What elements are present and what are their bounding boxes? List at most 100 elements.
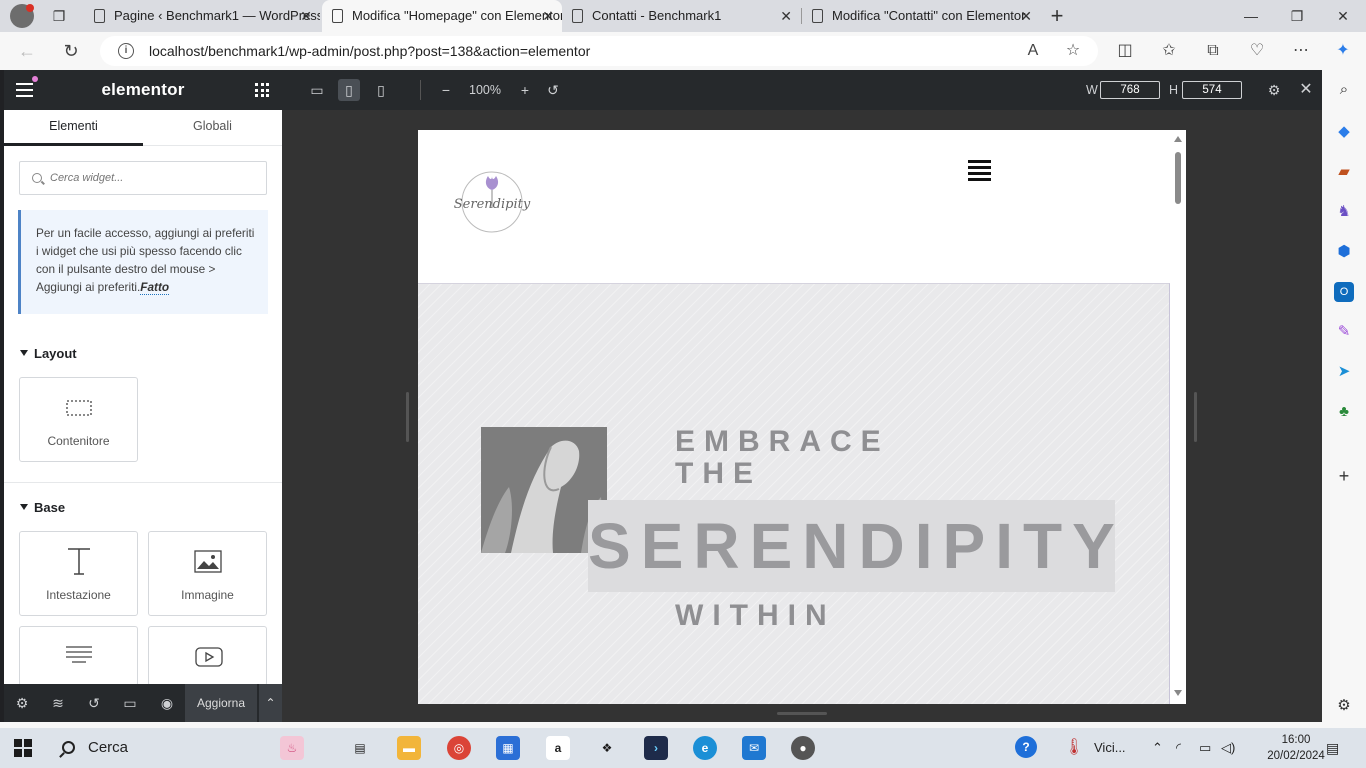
close-tab-icon[interactable]: ✕ bbox=[780, 0, 792, 32]
desktop-device-icon[interactable]: ▭ bbox=[306, 79, 328, 101]
widget-search-input[interactable] bbox=[50, 162, 260, 194]
outlook-icon[interactable]: O bbox=[1334, 282, 1354, 302]
birthday-cake-icon[interactable]: ♨ bbox=[280, 736, 304, 760]
site-logo[interactable]: Serendipity bbox=[444, 162, 544, 250]
preview-scrollbar[interactable] bbox=[1170, 130, 1186, 704]
chrome-icon[interactable]: ◎ bbox=[447, 736, 471, 760]
search-icon[interactable]: ⌕ bbox=[1334, 80, 1354, 100]
sidebar-settings-gear-icon[interactable]: ⚙ bbox=[1334, 696, 1354, 716]
settings-gear-icon[interactable]: ⚙ bbox=[1263, 79, 1285, 101]
windows-start-icon[interactable] bbox=[14, 739, 32, 757]
settings-gear-icon[interactable]: ⚙ bbox=[13, 694, 31, 712]
edge-browser-icon[interactable]: e bbox=[693, 736, 717, 760]
close-tab-icon[interactable]: ✕ bbox=[1020, 0, 1032, 32]
widget-contenitore[interactable]: Contenitore bbox=[19, 377, 138, 462]
close-tab-icon[interactable]: ✕ bbox=[542, 0, 554, 32]
new-tab-button[interactable]: + bbox=[1046, 0, 1068, 32]
browser-tab-modifica-contatti[interactable]: Modifica "Contatti" con Elementor ✕ bbox=[802, 0, 1040, 32]
width-input[interactable] bbox=[1100, 81, 1160, 99]
tab-actions-icon[interactable]: ❐ bbox=[48, 6, 70, 26]
update-button[interactable]: Aggiorna bbox=[185, 684, 257, 722]
scroll-up-arrow-icon[interactable] bbox=[1174, 136, 1182, 142]
preview-eye-icon[interactable]: ◉ bbox=[158, 694, 176, 712]
designer-icon[interactable]: ✎ bbox=[1334, 322, 1354, 342]
battery-icon[interactable]: ▭ bbox=[1199, 736, 1211, 760]
height-input[interactable] bbox=[1182, 81, 1242, 99]
show-hidden-icons-chevron[interactable]: ⌃ bbox=[1152, 736, 1163, 760]
reload-button[interactable]: ↻ bbox=[58, 38, 84, 64]
widget-intestazione[interactable]: Intestazione bbox=[19, 531, 138, 616]
resize-handle-left[interactable] bbox=[406, 392, 409, 442]
widget-video[interactable] bbox=[148, 626, 267, 686]
close-tab-icon[interactable]: ✕ bbox=[300, 0, 312, 32]
help-icon[interactable]: ? bbox=[1015, 736, 1037, 758]
section-base[interactable]: Base bbox=[20, 500, 65, 515]
weather-label[interactable]: Vici... bbox=[1094, 736, 1126, 760]
notification-center-icon[interactable]: ▤ bbox=[1326, 736, 1339, 760]
microsoft-365-icon[interactable]: ⬢ bbox=[1334, 242, 1354, 262]
widget-immagine[interactable]: Immagine bbox=[148, 531, 267, 616]
tree-icon[interactable]: ♣ bbox=[1334, 402, 1354, 422]
tablet-device-icon[interactable]: ▯ bbox=[338, 79, 360, 101]
browser-essentials-icon[interactable]: ♡ bbox=[1246, 40, 1268, 62]
close-window-button[interactable]: ✕ bbox=[1320, 0, 1366, 32]
read-aloud-icon[interactable]: A bbox=[1022, 40, 1044, 62]
close-responsive-icon[interactable]: ✕ bbox=[1295, 79, 1317, 101]
widgets-grid-icon[interactable] bbox=[255, 83, 269, 97]
url-text[interactable]: localhost/benchmark1/wp-admin/post.php?p… bbox=[149, 36, 590, 66]
mail-icon[interactable]: ✉ bbox=[742, 736, 766, 760]
add-app-icon[interactable]: + bbox=[1334, 466, 1354, 486]
zoom-out-icon[interactable]: − bbox=[435, 79, 457, 101]
favorites-icon[interactable]: ✩ bbox=[1158, 40, 1180, 62]
tab-elementi[interactable]: Elementi bbox=[4, 110, 143, 146]
url-field[interactable]: i localhost/benchmark1/wp-admin/post.php… bbox=[100, 36, 1098, 66]
more-options-icon[interactable]: ⋯ bbox=[1290, 40, 1312, 62]
browser-tab-pagine[interactable]: Pagine ‹ Benchmark1 — WordPress ✕ bbox=[84, 0, 320, 32]
section-layout[interactable]: Layout bbox=[20, 346, 77, 361]
hamburger-menu-icon[interactable] bbox=[968, 160, 992, 182]
hero-heading-line-1: EMBRACE bbox=[675, 425, 890, 458]
history-icon[interactable]: ↺ bbox=[85, 694, 103, 712]
scroll-thumb[interactable] bbox=[1175, 152, 1181, 204]
send-icon[interactable]: ➤ bbox=[1334, 362, 1354, 382]
hero-heading-highlight: SERENDIPITY bbox=[588, 500, 1115, 592]
resize-handle-right[interactable] bbox=[1194, 392, 1197, 442]
navigator-layers-icon[interactable]: ≋ bbox=[49, 694, 67, 712]
collections-icon[interactable]: ⧉ bbox=[1202, 40, 1224, 62]
profile-notification-dot bbox=[26, 4, 34, 12]
reset-zoom-icon[interactable]: ↺ bbox=[542, 79, 564, 101]
save-options-chevron-up-icon[interactable]: ⌃ bbox=[258, 684, 282, 722]
task-view-icon[interactable]: ▤ bbox=[348, 736, 372, 760]
powershell-icon[interactable]: › bbox=[644, 736, 668, 760]
shopping-tag-icon[interactable]: ◆ bbox=[1334, 122, 1354, 142]
copilot-icon[interactable]: ✦ bbox=[1332, 40, 1354, 62]
back-button[interactable]: ← bbox=[14, 38, 40, 64]
resize-handle-bottom[interactable] bbox=[777, 712, 827, 715]
favorite-star-icon[interactable]: ☆ bbox=[1062, 40, 1084, 62]
restore-window-button[interactable]: ❐ bbox=[1274, 0, 1320, 32]
microsoft-store-icon[interactable]: ▦ bbox=[496, 736, 520, 760]
tab-globali[interactable]: Globali bbox=[143, 110, 282, 146]
system-clock[interactable]: 16:00 20/02/2024 bbox=[1263, 732, 1329, 764]
browser-tab-contatti[interactable]: Contatti - Benchmark1 ✕ bbox=[562, 0, 800, 32]
mobile-device-icon[interactable]: ▯ bbox=[370, 79, 392, 101]
split-screen-icon[interactable]: ◫ bbox=[1114, 40, 1136, 62]
minimize-window-button[interactable]: — bbox=[1228, 0, 1274, 32]
browser-tab-homepage[interactable]: Modifica "Homepage" con Elementor ✕ bbox=[322, 0, 562, 32]
amazon-icon[interactable]: a bbox=[546, 736, 570, 760]
zoom-in-icon[interactable]: + bbox=[514, 79, 536, 101]
file-explorer-icon[interactable]: ▬ bbox=[397, 736, 421, 760]
volume-icon[interactable]: ◁) bbox=[1221, 736, 1235, 760]
tip-done-link[interactable]: Fatto bbox=[140, 280, 170, 295]
site-info-icon[interactable]: i bbox=[118, 43, 134, 59]
games-icon[interactable]: ♞ bbox=[1334, 202, 1354, 222]
network-icon[interactable]: ◜ bbox=[1176, 736, 1181, 760]
widget-label: Intestazione bbox=[46, 588, 111, 602]
tools-briefcase-icon[interactable]: ▰ bbox=[1334, 162, 1354, 182]
responsive-mode-icon[interactable]: ▭ bbox=[121, 694, 139, 712]
panel-tabs: Elementi Globali bbox=[4, 110, 282, 146]
widget-text-editor[interactable] bbox=[19, 626, 138, 686]
github-icon[interactable]: ● bbox=[791, 736, 815, 760]
dropbox-icon[interactable]: ❖ bbox=[595, 736, 619, 760]
scroll-down-arrow-icon[interactable] bbox=[1174, 690, 1182, 696]
